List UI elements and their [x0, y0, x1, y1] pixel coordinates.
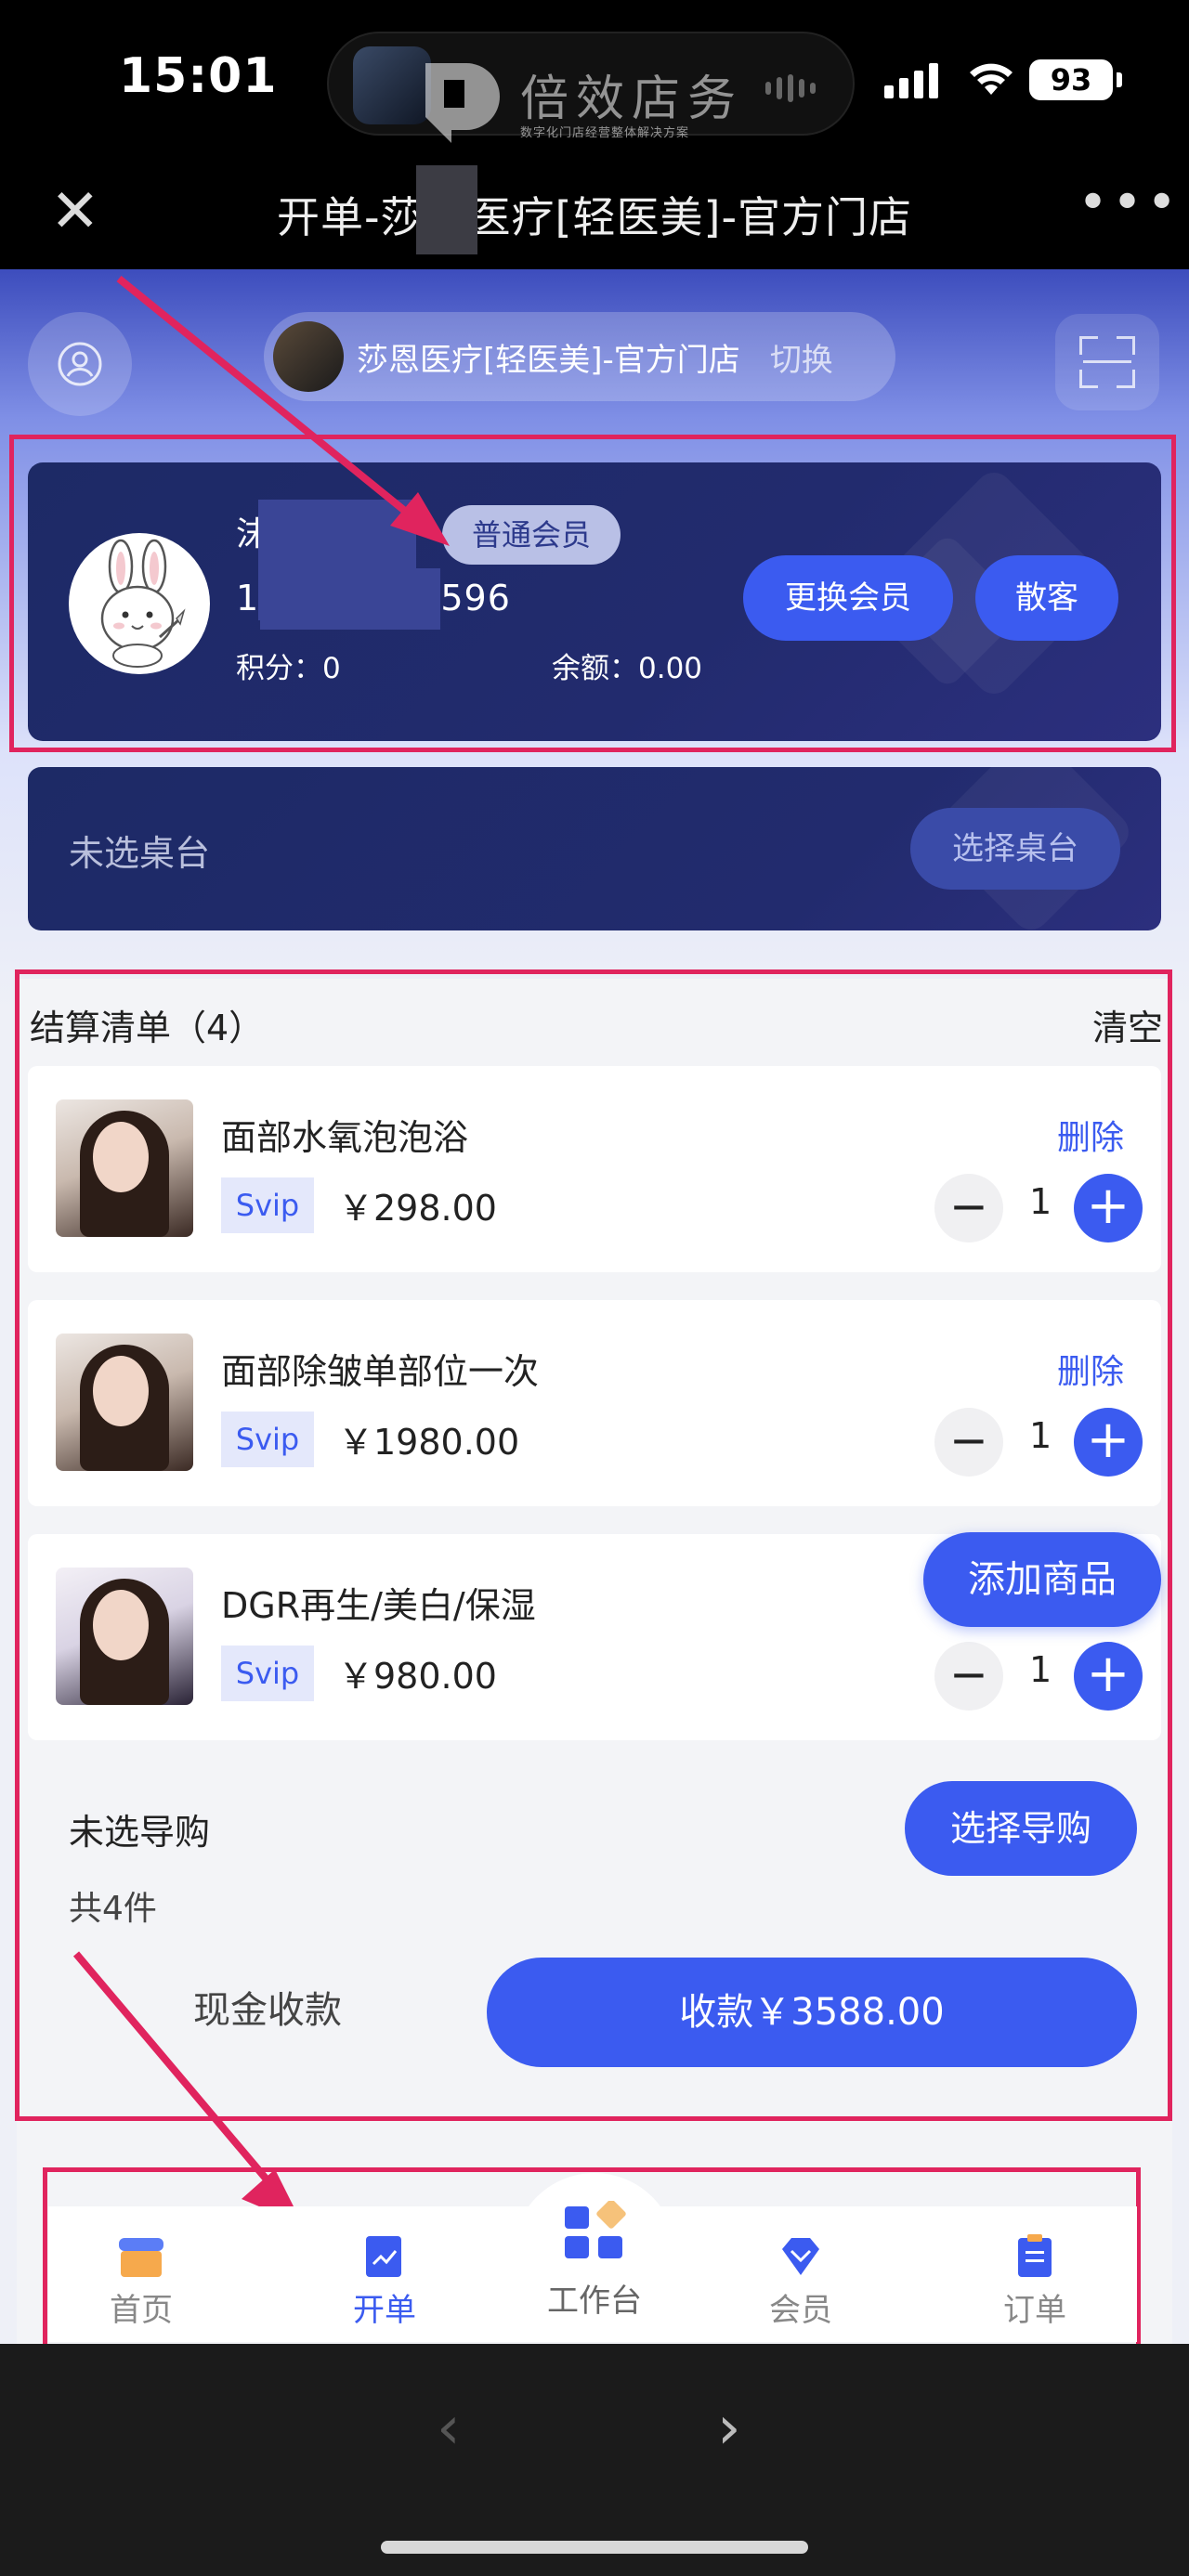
tab-billing[interactable]: 开单	[310, 2234, 459, 2330]
store-icon	[119, 2238, 163, 2277]
product-thumbnail	[56, 1568, 193, 1705]
table-selection-card: 未选桌台 选择桌台	[28, 767, 1161, 930]
add-goods-floating-button[interactable]: 添加商品	[923, 1532, 1161, 1627]
scan-icon[interactable]	[1055, 314, 1159, 410]
walk-in-customer-button[interactable]: 散客	[975, 555, 1118, 641]
cart-item: 面部除皱单部位一次 Svip ￥1980.00 删除 − 1 +	[28, 1300, 1161, 1506]
watermark: 倍效店务 数字化门店经营整体解决方案	[420, 58, 847, 150]
member-card: 沫 普通会员 18596 积分：0 余额：0.00 更换会员 散客	[28, 462, 1161, 741]
member-avatar	[69, 533, 210, 674]
user-profile-button[interactable]	[28, 312, 132, 416]
bill-chart-icon	[366, 2236, 401, 2277]
home-indicator[interactable]	[381, 2541, 808, 2554]
increase-quantity-button[interactable]: +	[1074, 1642, 1143, 1711]
tab-members[interactable]: 会员	[726, 2234, 875, 2330]
settlement-title: 结算清单（4）	[30, 1008, 265, 1048]
increase-quantity-button[interactable]: +	[1074, 1408, 1143, 1477]
checkout-button[interactable]: 收款￥3588.00	[487, 1958, 1137, 2067]
wifi-icon	[970, 63, 1013, 95]
store-name: 莎恩医疗[轻医美]-官方门店	[357, 341, 740, 379]
cart-item: 面部水氧泡泡浴 Svip ￥298.00 删除 − 1 +	[28, 1066, 1161, 1272]
watermark-tagline: 数字化门店经营整体解决方案	[520, 126, 690, 140]
tab-orders[interactable]: 订单	[960, 2234, 1109, 2330]
select-guide-button[interactable]: 选择导购	[905, 1781, 1137, 1876]
table-status: 未选桌台	[69, 833, 211, 874]
cellular-signal-icon	[884, 61, 938, 98]
status-bar: 15:01 倍效店务 数字化门店经营整体解决方案 93	[0, 0, 1189, 158]
decrease-quantity-button[interactable]: −	[934, 1642, 1003, 1711]
delete-item-button[interactable]: 删除	[1057, 1345, 1124, 1393]
member-balance: 余额：0.00	[552, 652, 703, 685]
tab-workspace[interactable]: 工作台	[513, 2173, 676, 2336]
product-thumbnail	[56, 1099, 193, 1237]
main-content: 莎恩医疗[轻医美]-官方门店 切换 沫 普通会员 596 积分：0 余额：0.0…	[0, 269, 1189, 2372]
total-count: 共4件	[69, 1890, 157, 1928]
member-points: 积分：0	[236, 652, 341, 685]
rabbit-avatar-icon	[100, 539, 186, 668]
member-level-badge: 普通会员	[442, 505, 621, 565]
change-member-button[interactable]: 更换会员	[743, 555, 953, 641]
product-price: ￥980.00	[338, 1656, 497, 1697]
price-tier-tag: Svip	[221, 1646, 314, 1701]
user-icon	[58, 342, 102, 386]
back-chevron-icon[interactable]: ‹	[437, 2394, 461, 2463]
price-tier-tag: Svip	[221, 1412, 314, 1467]
page-title: 开单-莎恩医疗[轻医美]-官方门店	[276, 192, 913, 242]
workspace-grid-icon	[565, 2201, 626, 2258]
product-price: ￥1980.00	[338, 1422, 520, 1463]
mini-program-title-bar: ✕ 开单-莎恩医疗[轻医美]-官方门店 •••	[0, 158, 1189, 269]
browser-bottom-bar: ‹ ›	[0, 2344, 1189, 2576]
product-name: DGR再生/美白/保湿	[221, 1585, 536, 1626]
brand-logo-icon	[425, 63, 500, 143]
forward-chevron-icon[interactable]: ›	[717, 2394, 741, 2463]
status-time: 15:01	[119, 48, 278, 104]
diamond-icon	[782, 2238, 819, 2275]
item-quantity: 1	[1029, 1415, 1052, 1456]
decrease-quantity-button[interactable]: −	[934, 1174, 1003, 1242]
item-quantity: 1	[1029, 1181, 1052, 1222]
battery-indicator: 93	[1029, 59, 1122, 100]
select-table-button[interactable]: 选择桌台	[910, 808, 1120, 890]
clipboard-icon	[1018, 2234, 1052, 2277]
more-dots-icon[interactable]: •••	[1078, 173, 1181, 233]
settlement-list: 结算清单（4） 清空 面部水氧泡泡浴 Svip ￥298.00 删除 − 1 +…	[17, 979, 1172, 2372]
store-top-bar: 莎恩医疗[轻医美]-官方门店 切换	[0, 269, 1189, 436]
product-name: 面部除皱单部位一次	[221, 1351, 540, 1392]
switch-store-link[interactable]: 切换	[770, 334, 833, 380]
store-avatar	[273, 321, 344, 392]
cash-payment-button[interactable]: 现金收款	[137, 1980, 398, 2034]
product-name: 面部水氧泡泡浴	[221, 1117, 469, 1158]
redaction-block	[260, 568, 440, 630]
close-icon[interactable]: ✕	[50, 182, 100, 241]
product-price: ￥298.00	[338, 1188, 497, 1229]
decrease-quantity-button[interactable]: −	[934, 1408, 1003, 1477]
product-thumbnail	[56, 1334, 193, 1471]
watermark-brand: 倍效店务	[520, 72, 744, 127]
price-tier-tag: Svip	[221, 1177, 314, 1233]
item-quantity: 1	[1029, 1649, 1052, 1690]
increase-quantity-button[interactable]: +	[1074, 1174, 1143, 1242]
store-switcher[interactable]: 莎恩医疗[轻医美]-官方门店 切换	[264, 312, 895, 401]
delete-item-button[interactable]: 删除	[1057, 1111, 1124, 1159]
tab-home[interactable]: 首页	[67, 2234, 216, 2330]
clear-cart-button[interactable]: 清空	[1092, 999, 1163, 1050]
redaction-block	[416, 165, 477, 254]
guide-status: 未选导购	[69, 1812, 211, 1853]
